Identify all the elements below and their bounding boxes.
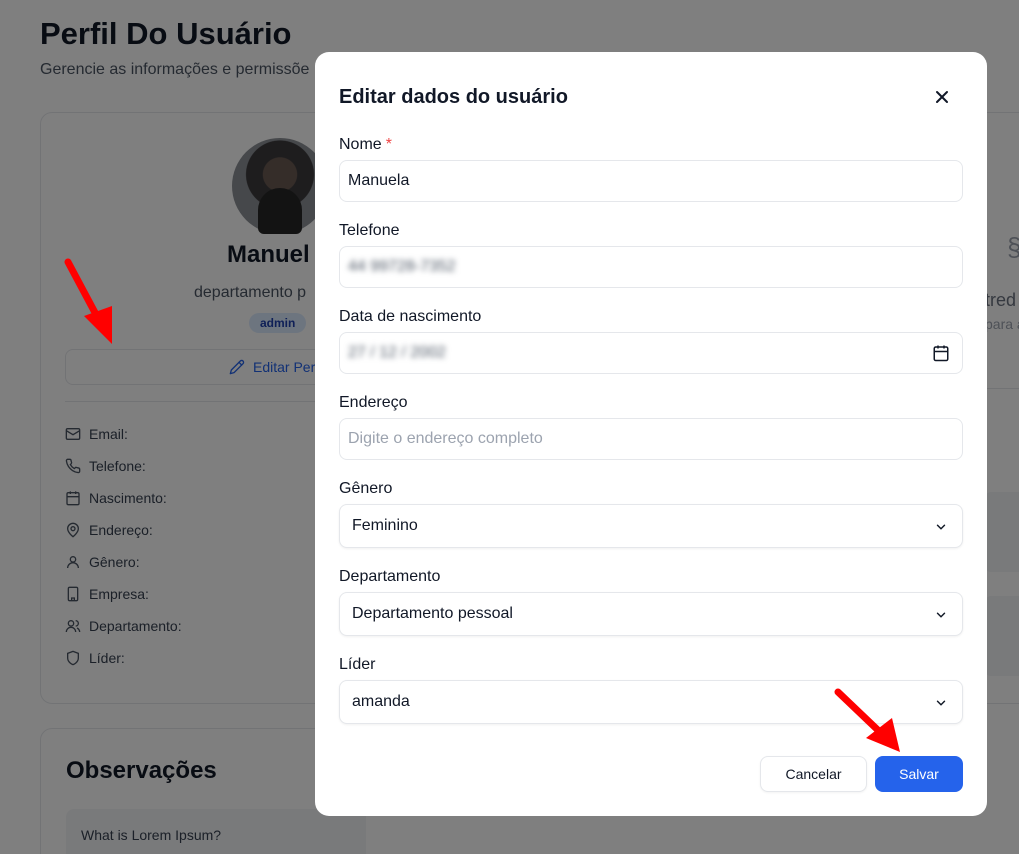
name-value: Manuela	[348, 172, 410, 189]
phone-label: Telefone	[339, 222, 400, 239]
address-placeholder: Digite o endereço completo	[348, 430, 543, 447]
birth-date-field[interactable]: 27 / 12 / 2002	[339, 332, 963, 374]
save-button[interactable]: Salvar	[875, 756, 963, 792]
gender-label: Gênero	[339, 480, 393, 497]
address-label: Endereço	[339, 394, 408, 411]
modal-title: Editar dados do usuário	[339, 86, 568, 108]
calendar-icon[interactable]	[932, 344, 950, 362]
phone-value: 44 99728-7352	[348, 258, 456, 275]
leader-value: amanda	[352, 693, 410, 710]
address-field[interactable]: Digite o endereço completo	[339, 418, 963, 460]
annotation-arrow	[834, 688, 900, 752]
gender-value: Feminino	[352, 517, 418, 534]
name-field[interactable]: Manuela	[339, 160, 963, 202]
cancel-button[interactable]: Cancelar	[760, 756, 867, 792]
leader-label: Líder	[339, 656, 376, 673]
department-select[interactable]: Departamento pessoal	[339, 592, 963, 636]
annotation-arrow	[64, 258, 112, 344]
close-button[interactable]	[929, 84, 955, 110]
chevron-down-icon	[936, 612, 946, 618]
required-mark: *	[385, 136, 392, 153]
chevron-down-icon	[936, 524, 946, 530]
chevron-down-icon	[936, 700, 946, 706]
birth-value: 27 / 12 / 2002	[348, 344, 446, 361]
department-value: Departamento pessoal	[352, 605, 513, 622]
phone-field[interactable]: 44 99728-7352	[339, 246, 963, 288]
close-icon	[936, 91, 948, 103]
name-label: Nome *	[339, 136, 392, 153]
birth-label: Data de nascimento	[339, 308, 482, 325]
gender-select[interactable]: Feminino	[339, 504, 963, 548]
department-label: Departamento	[339, 568, 441, 585]
